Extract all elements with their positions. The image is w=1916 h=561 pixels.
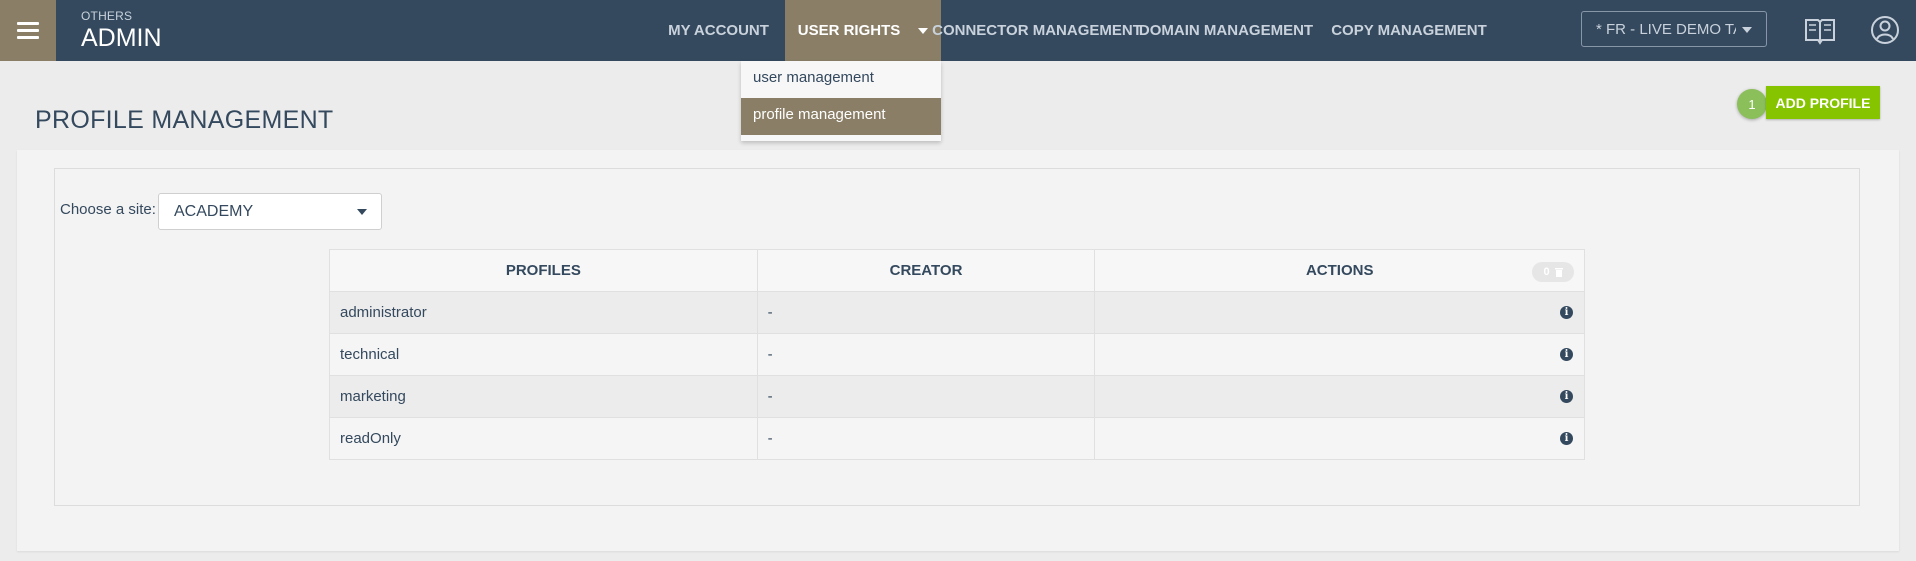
nav-my-account[interactable]: MY ACCOUNT <box>652 0 785 61</box>
site-selector-value: * FR - LIVE DEMO TA <box>1596 20 1736 38</box>
menu-toggle-button[interactable] <box>0 0 56 61</box>
chevron-down-icon <box>1742 27 1752 33</box>
column-header-profiles[interactable]: PROFILES <box>329 249 758 292</box>
site-selector[interactable]: * FR - LIVE DEMO TA <box>1581 11 1767 47</box>
selected-count: 0 <box>1543 266 1550 278</box>
brand: OTHERS ADMIN <box>81 9 162 52</box>
nav-connector-management[interactable]: CONNECTOR MANAGEMENT <box>932 0 1142 61</box>
profile-actions: i <box>1094 375 1585 418</box>
delete-selected-button[interactable]: 0 <box>1532 262 1574 282</box>
profile-creator: - <box>756 291 1096 334</box>
profile-actions: i <box>1094 417 1585 460</box>
column-header-label: ACTIONS <box>1305 262 1374 279</box>
profile-creator: - <box>756 333 1096 376</box>
profile-actions: i <box>1094 333 1585 376</box>
column-header-creator[interactable]: CREATOR <box>756 249 1096 292</box>
site-filter-label: Choose a site: <box>60 201 156 218</box>
table-row: technical - i <box>329 333 1585 376</box>
nav-user-rights[interactable]: USER RIGHTS <box>785 0 941 61</box>
menu-icon <box>17 18 39 43</box>
profile-creator: - <box>756 375 1096 418</box>
app-title: ADMIN <box>81 24 162 52</box>
menu-item-profile-management[interactable]: profile management <box>741 98 941 135</box>
user-rights-dropdown: user management profile management <box>741 61 941 141</box>
profile-creator: - <box>756 417 1096 460</box>
chevron-down-icon <box>918 27 929 34</box>
site-filter-value: ACADEMY <box>174 202 254 220</box>
site-filter-select[interactable]: ACADEMY <box>158 193 382 230</box>
profile-actions: i <box>1094 291 1585 334</box>
nav-label: CONNECTOR MANAGEMENT <box>932 22 1142 39</box>
trash-icon <box>1554 268 1563 277</box>
chevron-down-icon <box>357 209 367 215</box>
add-profile-button[interactable]: ADD PROFILE <box>1766 86 1880 119</box>
info-icon[interactable]: i <box>1560 390 1573 403</box>
info-icon[interactable]: i <box>1560 432 1573 445</box>
profile-name: marketing <box>329 375 758 418</box>
profiles-table: PROFILES CREATOR ACTIONS 0 administrator… <box>329 249 1585 460</box>
info-icon[interactable]: i <box>1560 306 1573 319</box>
menu-item-user-management[interactable]: user management <box>741 61 941 98</box>
table-row: marketing - i <box>329 375 1585 418</box>
column-header-actions: ACTIONS 0 <box>1094 249 1585 292</box>
profile-name: administrator <box>329 291 758 334</box>
nav-label: DOMAIN MANAGEMENT <box>1138 22 1314 39</box>
page-title: PROFILE MANAGEMENT <box>35 106 334 134</box>
step-badge: 1 <box>1737 89 1767 119</box>
nav-domain-management[interactable]: DOMAIN MANAGEMENT <box>1133 0 1319 61</box>
section-label: OTHERS <box>81 9 133 23</box>
book-icon[interactable] <box>1803 14 1837 46</box>
nav-label: USER RIGHTS <box>797 22 901 39</box>
top-navigation-bar: OTHERS ADMIN MY ACCOUNT USER RIGHTS CONN… <box>0 0 1916 61</box>
nav-copy-management[interactable]: COPY MANAGEMENT <box>1319 0 1499 61</box>
nav-label: MY ACCOUNT <box>668 22 769 39</box>
table-row: readOnly - i <box>329 417 1585 460</box>
user-icon[interactable] <box>1868 14 1902 46</box>
profile-name: readOnly <box>329 417 758 460</box>
profile-name: technical <box>329 333 758 376</box>
table-row: administrator - i <box>329 291 1585 334</box>
info-icon[interactable]: i <box>1560 348 1573 361</box>
nav-label: COPY MANAGEMENT <box>1331 22 1487 39</box>
